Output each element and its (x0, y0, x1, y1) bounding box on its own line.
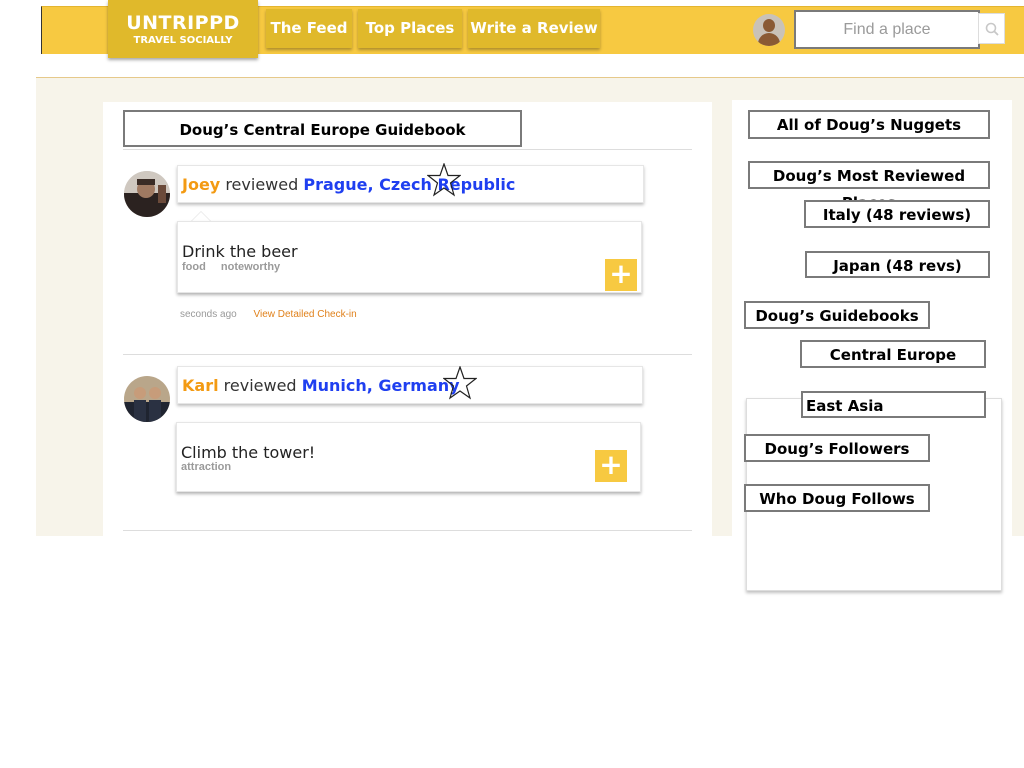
search-icon (985, 22, 999, 36)
place-item-italy[interactable]: Italy (48 reviews) (804, 200, 990, 228)
add-button[interactable]: + (595, 450, 627, 482)
star-icon[interactable] (443, 366, 477, 400)
view-checkin-link[interactable]: View Detailed Check-in (254, 309, 357, 320)
guidebook-title: Doug’s Central Europe Guidebook (123, 110, 522, 147)
review-body: Drink the beer food noteworthy (177, 221, 642, 293)
logo-subtitle: TRAVEL SOCIALLY (133, 35, 233, 46)
review-text: Climb the tower! (181, 443, 316, 462)
nav-write-review-button[interactable]: Write a Review (468, 9, 600, 48)
review-header: Joey reviewed Prague, Czech Republic (177, 165, 644, 203)
divider (123, 354, 692, 355)
review-username[interactable]: Joey (182, 175, 220, 194)
guidebook-item-east-asia[interactable]: East Asia (801, 391, 986, 418)
guidebooks-heading: Doug’s Guidebooks (744, 301, 930, 329)
review-place[interactable]: Prague, Czech Republic (303, 175, 515, 194)
search-button[interactable] (978, 13, 1005, 44)
review-text: Drink the beer (182, 242, 298, 261)
tag[interactable]: noteworthy (221, 261, 280, 273)
divider (123, 530, 692, 531)
review-tags: food noteworthy (182, 261, 292, 273)
most-reviewed-heading: Doug’s Most Reviewed Places (748, 161, 990, 212)
user-avatar[interactable] (753, 14, 785, 46)
avatar[interactable] (124, 376, 170, 422)
tag[interactable]: attraction (181, 461, 231, 473)
review-header: Karl reviewed Munich, Germany (177, 366, 643, 404)
guidebook-item-central-europe[interactable]: Central Europe (800, 340, 986, 368)
all-nuggets-link[interactable]: All of Doug’s Nuggets (748, 110, 990, 139)
review-body: Climb the tower! attraction (176, 422, 641, 492)
logo-title: UNTRIPPD (126, 12, 240, 34)
review-meta: seconds ago View Detailed Check-in (180, 309, 357, 320)
followers-link[interactable]: Doug’s Followers (744, 434, 930, 462)
search-input[interactable]: Find a place (794, 10, 980, 49)
add-button[interactable]: + (605, 259, 637, 291)
review-place[interactable]: Munich, Germany (302, 376, 460, 395)
avatar[interactable] (124, 171, 170, 217)
logo[interactable]: UNTRIPPD TRAVEL SOCIALLY (108, 0, 258, 58)
review-time: seconds ago (180, 309, 237, 320)
star-icon[interactable] (427, 163, 461, 197)
follows-link[interactable]: Who Doug Follows (744, 484, 930, 512)
divider (123, 149, 692, 150)
review-username[interactable]: Karl (182, 376, 219, 395)
place-item-japan[interactable]: Japan (48 revs) (805, 251, 990, 278)
review-verb: reviewed (225, 175, 299, 194)
tag[interactable]: food (182, 261, 206, 273)
nav-the-feed-button[interactable]: The Feed (266, 9, 352, 48)
nav-top-places-button[interactable]: Top Places (358, 9, 462, 48)
review-verb: reviewed (223, 376, 297, 395)
review-tags: attraction (181, 461, 243, 473)
